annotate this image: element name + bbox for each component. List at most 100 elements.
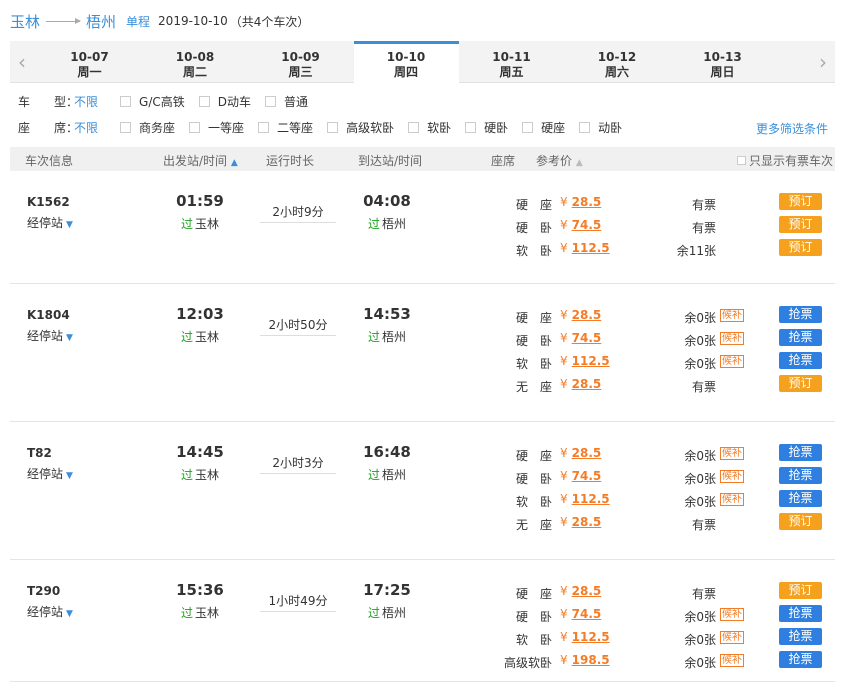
date-tab[interactable]: 10-12 周六 — [565, 41, 670, 83]
th-arrive[interactable]: 到达站/时间 — [358, 152, 422, 169]
book-button[interactable]: 预订 — [779, 513, 822, 530]
filter-seat-option[interactable]: 硬座 — [522, 119, 565, 136]
price-value[interactable]: 112.5 — [572, 241, 610, 255]
filter-checkbox[interactable] — [189, 121, 201, 133]
filter-type-option[interactable]: D动车 — [198, 93, 251, 110]
price-value[interactable]: 112.5 — [572, 492, 610, 506]
date-tab-date: 10-11 — [492, 50, 531, 64]
th-depart[interactable]: 出发站/时间 ▲ — [163, 152, 238, 169]
th-price[interactable]: 参考价 ▲ — [536, 152, 583, 169]
ticket-availability: 余0张 — [684, 495, 716, 509]
filter-checkbox[interactable] — [579, 121, 591, 133]
book-button[interactable]: 预订 — [779, 582, 822, 599]
grab-ticket-button[interactable]: 抢票 — [779, 490, 822, 507]
date-tab[interactable]: 10-07 周一 — [37, 41, 142, 83]
filter-seat-all[interactable]: 不限 — [74, 119, 98, 136]
stops-link[interactable]: 经停站 ▼ — [27, 465, 73, 482]
filter-seat-option[interactable]: 一等座 — [189, 119, 244, 136]
filter-checkbox[interactable] — [120, 121, 132, 133]
waitlist-badge[interactable]: 候补 — [720, 355, 744, 368]
only-available-checkbox[interactable] — [737, 156, 746, 165]
filter-checkbox[interactable] — [258, 121, 270, 133]
next-dates-chevron-icon[interactable]: › — [811, 41, 835, 83]
filter-type-all[interactable]: 不限 — [74, 93, 98, 110]
train-number[interactable]: K1804 — [27, 308, 70, 322]
filter-checkbox[interactable] — [120, 95, 132, 107]
th-duration[interactable]: 运行时长 — [266, 152, 314, 169]
train-number[interactable]: T290 — [27, 584, 60, 598]
stops-label: 经停站 — [27, 605, 64, 619]
filter-seat-option[interactable]: 商务座 — [120, 119, 175, 136]
filter-seat-option[interactable]: 硬卧 — [465, 119, 508, 136]
date-tab[interactable]: 10-09 周三 — [248, 41, 353, 83]
filter-checkbox[interactable] — [522, 121, 534, 133]
book-button[interactable]: 预订 — [779, 239, 822, 256]
price-value[interactable]: 28.5 — [572, 446, 602, 460]
filter-seat-option[interactable]: 软卧 — [408, 119, 451, 136]
grab-ticket-button[interactable]: 抢票 — [779, 352, 822, 369]
grab-ticket-button[interactable]: 抢票 — [779, 306, 822, 323]
waitlist-badge[interactable]: 候补 — [720, 447, 744, 460]
only-available-toggle[interactable]: 只显示有票车次 — [737, 152, 833, 169]
trip-type[interactable]: 单程 — [126, 13, 150, 30]
filter-type-option[interactable]: 普通 — [265, 93, 308, 110]
date-tab[interactable]: 10-08 周二 — [143, 41, 248, 83]
waitlist-badge[interactable]: 候补 — [720, 470, 744, 483]
price-value[interactable]: 74.5 — [572, 331, 602, 345]
price-value[interactable]: 198.5 — [572, 653, 610, 667]
price-value[interactable]: 74.5 — [572, 607, 602, 621]
stops-link[interactable]: 经停站 ▼ — [27, 603, 73, 620]
train-number[interactable]: K1562 — [27, 195, 70, 209]
seat-name: 无 座 — [515, 518, 552, 532]
stops-link[interactable]: 经停站 ▼ — [27, 327, 73, 344]
filter-checkbox[interactable] — [327, 121, 339, 133]
ticket-availability: 有票 — [691, 380, 716, 394]
to-city[interactable]: 梧州 — [86, 11, 116, 32]
ticket-availability: 余0张 — [684, 610, 716, 624]
waitlist-badge[interactable]: 候补 — [720, 493, 744, 506]
date-tab[interactable]: 10-10 周四 — [353, 41, 459, 83]
filter-seat-option[interactable]: 高级软卧 — [327, 119, 394, 136]
grab-ticket-button[interactable]: 抢票 — [779, 605, 822, 622]
seat-price: ¥198.5 — [560, 653, 610, 667]
grab-ticket-button[interactable]: 抢票 — [779, 329, 822, 346]
filter-checkbox[interactable] — [265, 95, 276, 107]
price-value[interactable]: 112.5 — [572, 630, 610, 644]
filter-seat-option[interactable]: 二等座 — [258, 119, 313, 136]
price-value[interactable]: 28.5 — [572, 195, 602, 209]
price-value[interactable]: 28.5 — [572, 515, 602, 529]
filter-checkbox[interactable] — [198, 95, 210, 107]
date-tab-date: 10-08 — [175, 50, 215, 64]
stops-link[interactable]: 经停站 ▼ — [27, 214, 73, 231]
filter-checkbox[interactable] — [408, 121, 420, 133]
price-value[interactable]: 112.5 — [572, 354, 610, 368]
waitlist-badge[interactable]: 候补 — [720, 608, 744, 621]
train-number[interactable]: T82 — [27, 446, 52, 460]
grab-ticket-button[interactable]: 抢票 — [779, 651, 822, 668]
filter-checkbox[interactable] — [465, 121, 477, 133]
waitlist-badge[interactable]: 候补 — [720, 309, 744, 322]
more-filters-link[interactable]: 更多筛选条件 — [756, 120, 828, 137]
th-train: 车次信息 — [25, 154, 74, 168]
price-value[interactable]: 74.5 — [572, 218, 602, 232]
filter-seat-option[interactable]: 动卧 — [579, 119, 622, 136]
filter-type-option[interactable]: G/C高铁 — [120, 93, 185, 110]
book-button[interactable]: 预订 — [779, 216, 822, 233]
grab-ticket-button[interactable]: 抢票 — [779, 444, 822, 461]
date-tab[interactable]: 10-11 周五 — [459, 41, 564, 83]
waitlist-badge[interactable]: 候补 — [720, 654, 744, 667]
grab-ticket-button[interactable]: 抢票 — [779, 467, 822, 484]
filter-option-label: 高级软卧 — [346, 120, 395, 135]
date-tab[interactable]: 10-13 周日 — [670, 41, 775, 83]
prev-dates-chevron-icon[interactable]: ‹ — [10, 41, 34, 83]
waitlist-badge[interactable]: 候补 — [720, 631, 744, 644]
price-value[interactable]: 28.5 — [572, 308, 602, 322]
book-button[interactable]: 预订 — [779, 375, 822, 392]
waitlist-badge[interactable]: 候补 — [720, 332, 744, 345]
price-value[interactable]: 74.5 — [572, 469, 602, 483]
price-value[interactable]: 28.5 — [572, 377, 602, 391]
price-value[interactable]: 28.5 — [572, 584, 602, 598]
book-button[interactable]: 预订 — [779, 193, 822, 210]
from-city[interactable]: 玉林 — [10, 11, 40, 32]
grab-ticket-button[interactable]: 抢票 — [779, 628, 822, 645]
